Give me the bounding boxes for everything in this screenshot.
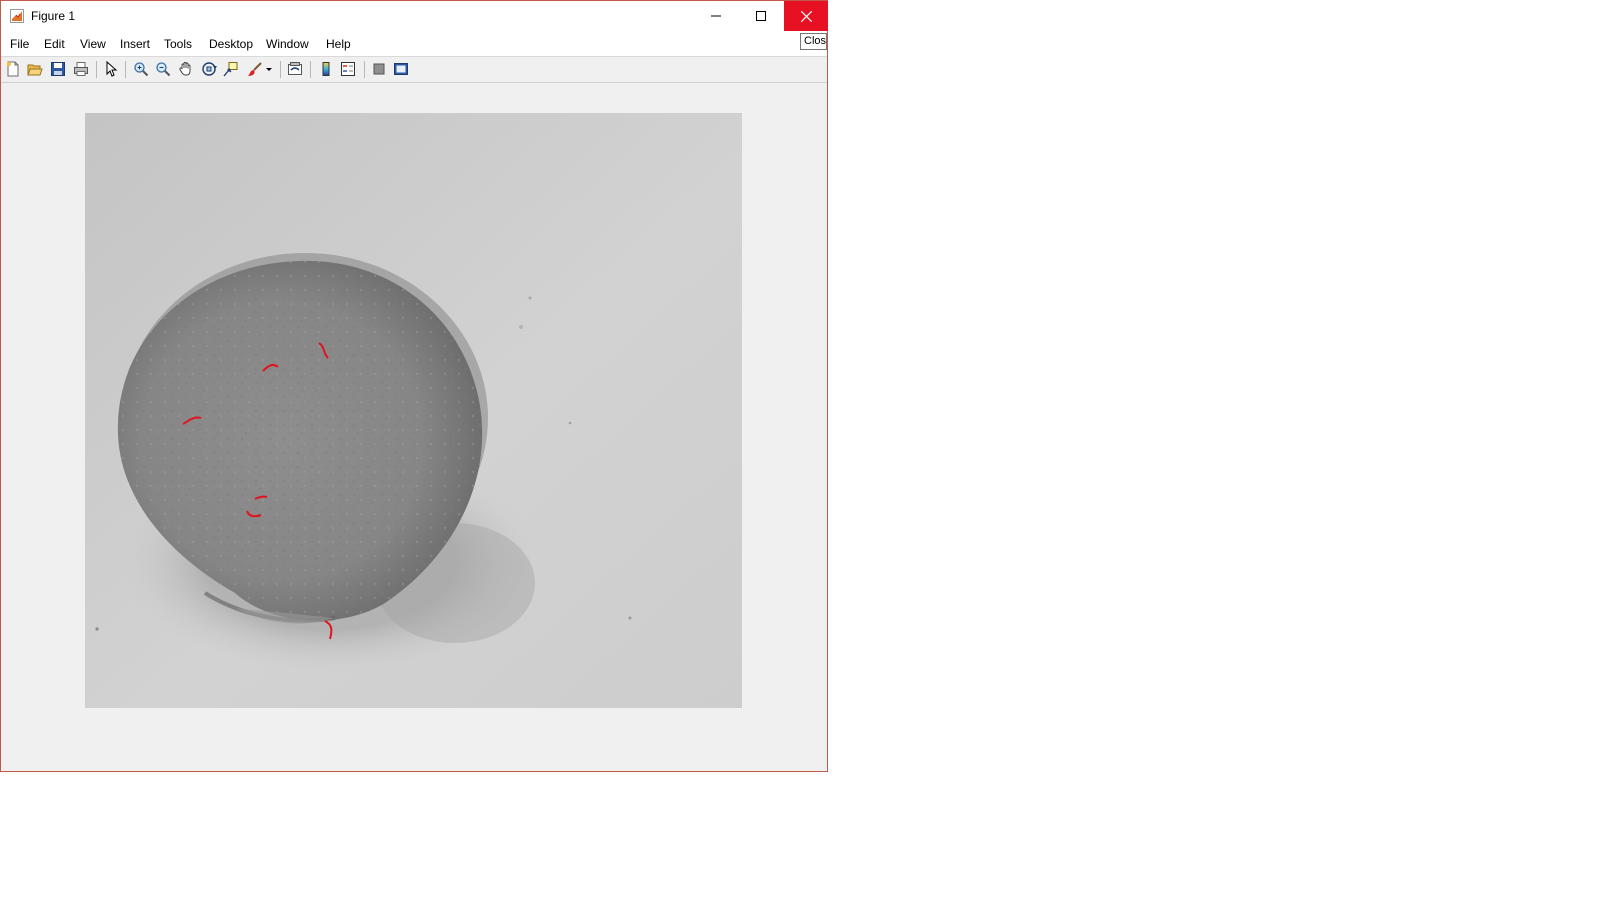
toolbar-separator (125, 61, 126, 78)
matlab-app-icon (10, 9, 24, 23)
image-axes[interactable] (85, 113, 742, 708)
brush-button[interactable] (246, 60, 264, 78)
minimize-button[interactable] (694, 1, 738, 31)
hide-plot-tools-icon (373, 63, 385, 75)
rotate-3d-button[interactable] (200, 60, 218, 78)
new-figure-button[interactable] (4, 60, 22, 78)
data-cursor-button[interactable] (222, 60, 240, 78)
menu-file[interactable]: File (10, 37, 29, 51)
data-cursor-icon (223, 62, 238, 77)
insert-legend-icon (341, 62, 355, 76)
zoom-out-icon (156, 62, 171, 77)
insert-legend-button[interactable] (339, 60, 357, 78)
title-bar[interactable]: Figure 1 (1, 1, 828, 31)
menu-bar: File Edit View Insert Tools Desktop Wind… (1, 31, 827, 57)
toolbar-separator (280, 61, 281, 78)
figure-window: Figure 1 File Edit View Insert Tools Des… (0, 0, 828, 772)
menu-edit[interactable]: Edit (44, 37, 65, 51)
hide-plot-tools-button[interactable] (370, 60, 388, 78)
edit-plot-button[interactable] (102, 60, 120, 78)
brush-icon (248, 62, 262, 76)
close-tooltip: Close (800, 33, 827, 50)
show-plot-tools-button[interactable] (392, 60, 410, 78)
minimize-icon (711, 15, 721, 17)
window-title: Figure 1 (31, 9, 76, 23)
maximize-icon (756, 11, 766, 21)
print-icon (74, 62, 88, 76)
open-file-button[interactable] (26, 60, 44, 78)
link-plot-button[interactable] (286, 60, 304, 78)
toolbar-separator (96, 61, 97, 78)
link-plot-icon (288, 62, 302, 75)
figure-toolbar (1, 57, 827, 83)
toolbar-separator (310, 61, 311, 78)
save-icon (51, 62, 65, 76)
insert-colorbar-icon (322, 62, 330, 76)
insert-colorbar-button[interactable] (317, 60, 335, 78)
pan-icon (179, 62, 191, 76)
toolbar-separator (364, 61, 365, 78)
rotate-3d-icon (202, 62, 217, 76)
zoom-in-button[interactable] (132, 60, 150, 78)
open-file-icon (27, 64, 43, 76)
chevron-down-icon (266, 68, 272, 71)
zoom-in-icon (134, 62, 149, 77)
pan-button[interactable] (177, 60, 195, 78)
microscopy-image (85, 113, 742, 708)
close-button[interactable] (784, 1, 828, 31)
figure-canvas (1, 83, 827, 771)
menu-tools[interactable]: Tools (164, 37, 192, 51)
close-icon (800, 10, 812, 22)
print-button[interactable] (72, 60, 90, 78)
menu-view[interactable]: View (80, 37, 106, 51)
show-plot-tools-icon (394, 63, 408, 75)
save-button[interactable] (49, 60, 67, 78)
brush-dropdown-button[interactable] (264, 60, 274, 78)
zoom-out-button[interactable] (154, 60, 172, 78)
edit-plot-icon (106, 61, 118, 77)
menu-desktop[interactable]: Desktop (209, 37, 253, 51)
menu-window[interactable]: Window (266, 37, 309, 51)
new-figure-icon (7, 61, 19, 77)
menu-help[interactable]: Help (326, 37, 351, 51)
menu-insert[interactable]: Insert (120, 37, 150, 51)
maximize-button[interactable] (739, 1, 783, 31)
